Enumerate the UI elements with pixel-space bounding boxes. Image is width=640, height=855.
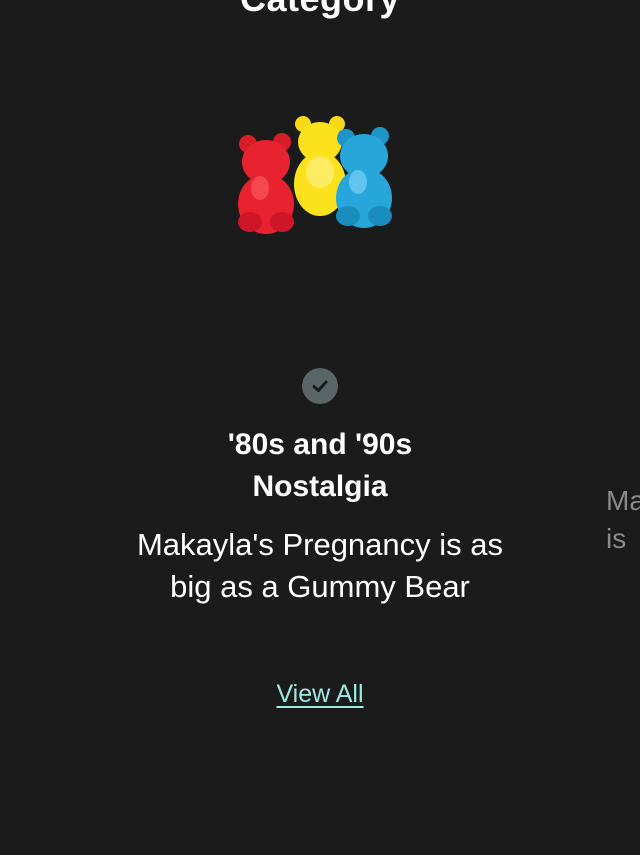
prev-card[interactable]: ps ncy g y [0, 426, 40, 598]
page-title: Category [240, 0, 400, 20]
blue-bear [336, 127, 392, 228]
view-all-link[interactable]: View All [220, 680, 420, 709]
card-title: '80s and '90s Nostalgia [120, 424, 520, 508]
prev-card-desc-1: ncy [0, 478, 40, 518]
next-card[interactable]: Ma is [606, 482, 640, 558]
card-description: Makayla's Pregnancy is as big as a Gummy… [136, 527, 504, 604]
prev-card-desc-3: g [0, 518, 40, 558]
card-title-line-2: Nostalgia [252, 470, 388, 503]
prev-card-title: ps [0, 426, 40, 466]
gummy-bears-image [238, 116, 392, 234]
selected-check-icon[interactable] [302, 368, 338, 404]
next-card-desc-2: is [606, 523, 627, 554]
checkmark-icon [312, 380, 328, 392]
card-title-line-1: '80s and '90s [227, 428, 413, 461]
red-bear [238, 133, 294, 234]
next-card-desc-1: Ma [606, 485, 640, 516]
prev-card-desc-4: y [0, 558, 40, 598]
